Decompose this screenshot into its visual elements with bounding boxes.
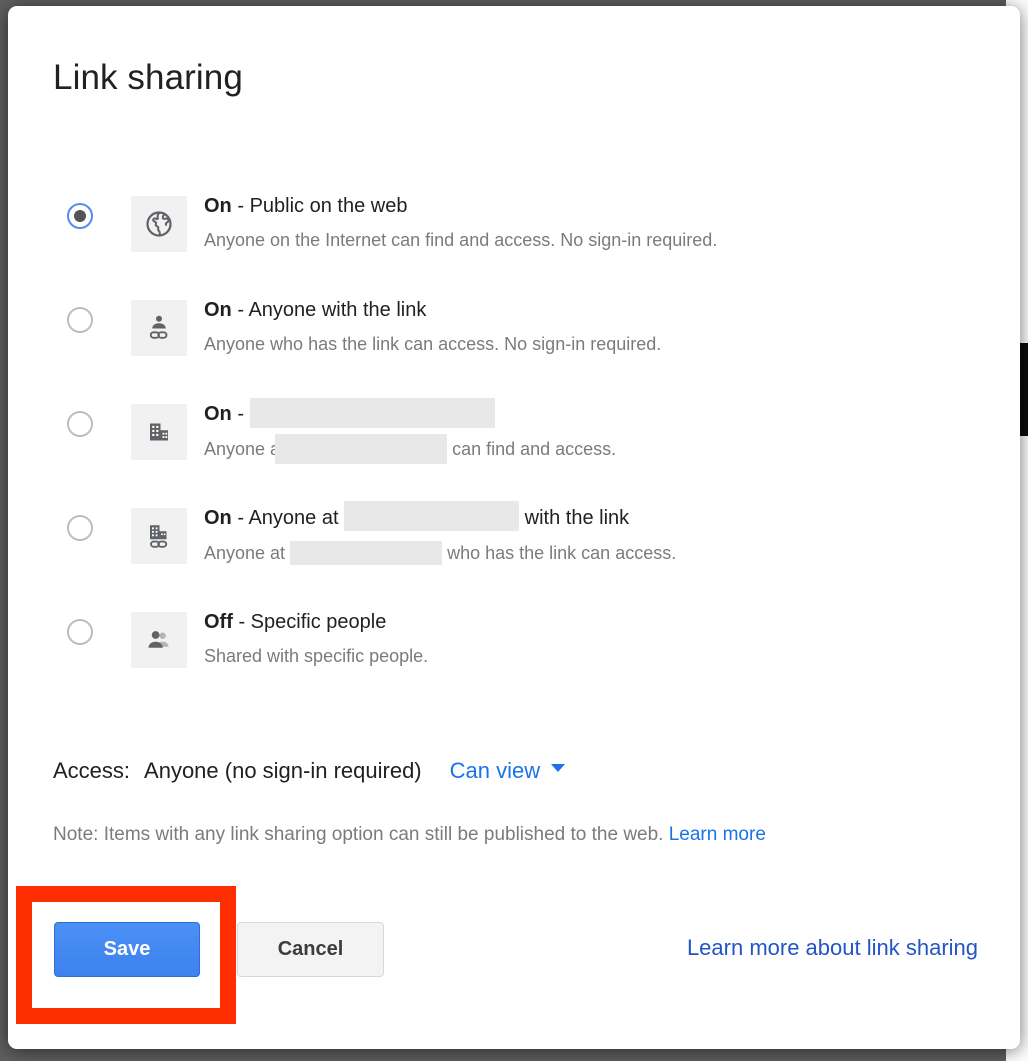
option-title-organization-with-the-link: On - Anyone at with the link <box>204 500 990 534</box>
radio-organization-find-and-access[interactable] <box>67 411 93 437</box>
person-link-icon <box>131 300 187 356</box>
option-desc-after: who has the link can access. <box>447 542 677 563</box>
option-title-specific-people: Off - Specific people <box>204 607 990 637</box>
option-title-text: Public on the web <box>249 195 408 217</box>
note-body: Note: Items with any link sharing option… <box>53 824 664 845</box>
option-title-public-on-the-web: On - Public on the web <box>204 191 990 221</box>
redacted-organization-name <box>290 540 443 565</box>
link-sharing-dialog: Link sharing On - Public on the web Anyo… <box>8 6 1020 1049</box>
option-desc-specific-people: Shared with specific people. <box>204 646 429 666</box>
option-state: On <box>204 403 232 425</box>
option-text-public-on-the-web: On - Public on the web Anyone on the Int… <box>204 191 990 255</box>
building-link-icon <box>131 508 187 564</box>
permission-dropdown-label: Can view <box>449 758 541 783</box>
option-state: On <box>204 299 232 321</box>
option-title-text: Specific people <box>250 611 387 633</box>
radio-organization-with-the-link[interactable] <box>67 515 93 541</box>
option-separator: - <box>232 611 251 633</box>
option-title-before: Anyone at <box>248 507 339 529</box>
access-row: Access: Anyone (no sign-in required) Can… <box>53 758 566 784</box>
option-state: Off <box>204 611 233 633</box>
access-label: Access: <box>53 758 131 783</box>
option-state: On <box>204 195 232 217</box>
option-desc-before: Anyone at <box>204 438 286 459</box>
option-title-text: Anyone with the link <box>248 299 427 321</box>
option-row-organization-with-the-link[interactable]: On - Anyone at with the link Anyone at w… <box>8 500 1020 607</box>
option-separator: - <box>231 299 249 321</box>
option-separator: - <box>231 403 250 425</box>
permission-dropdown[interactable]: Can view <box>449 758 566 784</box>
option-desc-organization-with-the-link: Anyone at who has the link can access. <box>204 538 990 568</box>
option-separator: - <box>231 195 250 217</box>
chevron-down-icon <box>551 764 566 772</box>
option-text-specific-people: Off - Specific people Shared with specif… <box>204 607 990 671</box>
note-text: Note: Items with any link sharing option… <box>53 824 766 846</box>
cancel-button[interactable]: Cancel <box>237 922 384 977</box>
option-state: On <box>204 507 232 529</box>
radio-specific-people[interactable] <box>67 619 93 645</box>
learn-more-about-link-sharing-link[interactable]: Learn more about link sharing <box>687 935 978 961</box>
note-learn-more-link[interactable]: Learn more <box>669 824 766 845</box>
option-desc-anyone-with-the-link: Anyone who has the link can access. No s… <box>204 334 662 354</box>
option-text-anyone-with-the-link: On - Anyone with the link Anyone who has… <box>204 295 990 359</box>
redacted-organization-name <box>249 397 495 428</box>
redacted-organization-name <box>275 433 448 464</box>
option-row-specific-people[interactable]: Off - Specific people Shared with specif… <box>8 607 1020 711</box>
option-desc-organization-find-and-access: Anyone at can find and access. <box>204 433 990 465</box>
option-text-organization-with-the-link: On - Anyone at with the link Anyone at w… <box>204 500 990 568</box>
sharing-options-list: On - Public on the web Anyone on the Int… <box>8 191 1020 711</box>
radio-anyone-with-the-link[interactable] <box>67 307 93 333</box>
people-icon <box>131 612 187 668</box>
option-text-organization-find-and-access: On - Anyone at can find and access. <box>204 397 990 465</box>
option-desc-public-on-the-web: Anyone on the Internet can find and acce… <box>204 230 718 250</box>
option-row-organization-find-and-access[interactable]: On - Anyone at can find and access. <box>8 397 1020 503</box>
option-separator: - <box>231 507 249 529</box>
option-row-public-on-the-web[interactable]: On - Public on the web Anyone on the Int… <box>8 191 1020 295</box>
save-button-highlight-box <box>16 886 236 1024</box>
globe-icon <box>131 196 187 252</box>
redacted-organization-name <box>344 500 520 531</box>
option-desc-after: can find and access. <box>452 438 617 459</box>
page-title: Link sharing <box>53 58 243 97</box>
building-icon <box>131 404 187 460</box>
option-title-after: with the link <box>524 507 630 529</box>
option-title-anyone-with-the-link: On - Anyone with the link <box>204 295 990 325</box>
option-desc-before: Anyone at <box>204 542 286 563</box>
option-title-organization-find-and-access: On - <box>204 397 990 430</box>
option-row-anyone-with-the-link[interactable]: On - Anyone with the link Anyone who has… <box>8 295 1020 399</box>
access-value: Anyone (no sign-in required) <box>144 758 422 783</box>
radio-public-on-the-web[interactable] <box>67 203 93 229</box>
